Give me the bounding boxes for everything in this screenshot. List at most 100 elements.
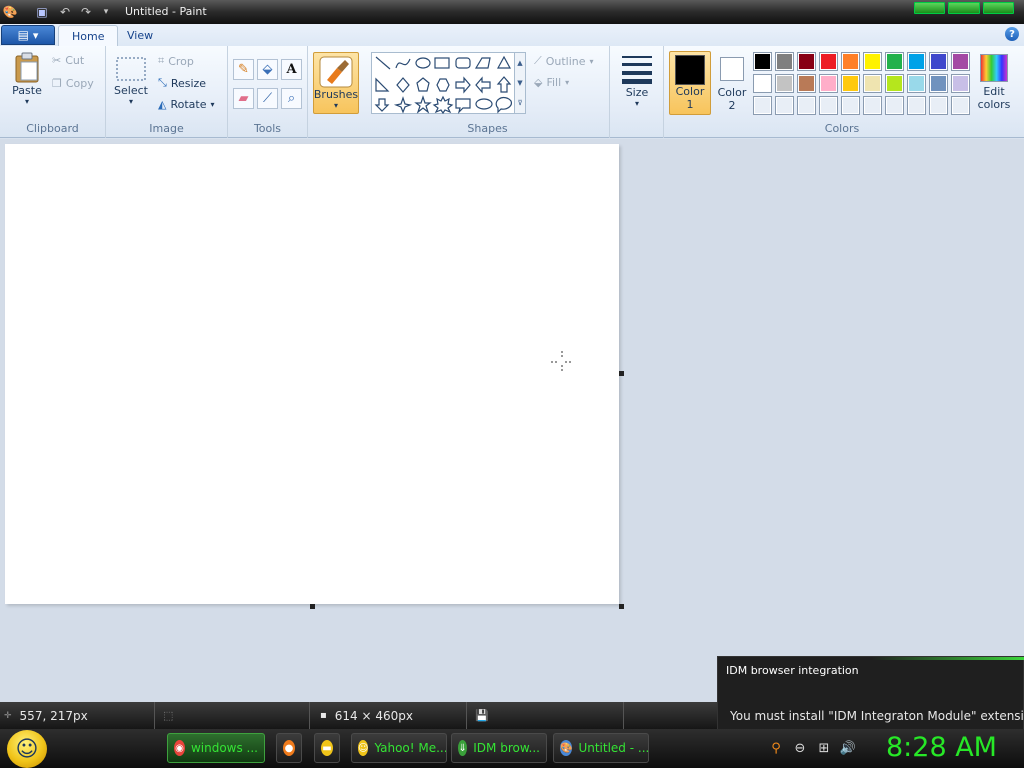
crosshair-cursor-icon xyxy=(551,351,573,373)
rotate-button[interactable]: ◭ Rotate ▾ xyxy=(158,98,215,111)
color1-button[interactable]: Color 1 xyxy=(669,51,711,115)
color-swatch[interactable] xyxy=(885,74,904,93)
shapes-scroll-up-icon[interactable]: ▲ xyxy=(517,59,522,67)
brushes-button[interactable]: Brushes ▾ xyxy=(313,52,359,114)
color-swatch[interactable] xyxy=(819,74,838,93)
network-globe-icon[interactable]: ⊖ xyxy=(791,739,809,757)
maximize-button[interactable] xyxy=(948,2,980,14)
color-swatch[interactable] xyxy=(863,74,882,93)
edit-colors-button[interactable]: Edit colors xyxy=(973,54,1015,111)
fill-button[interactable]: ⬙ Fill ▾ xyxy=(534,76,569,89)
color-swatch-fill xyxy=(777,98,792,113)
copy-button[interactable]: ❐ Copy xyxy=(52,77,94,90)
color-swatch[interactable] xyxy=(841,74,860,93)
color-swatch[interactable] xyxy=(863,52,882,71)
clock[interactable]: 8:28 AM xyxy=(886,732,997,763)
resize-label: Resize xyxy=(170,76,207,90)
color-swatch-fill xyxy=(953,76,968,91)
help-icon[interactable]: ? xyxy=(1005,27,1019,41)
volume-icon[interactable]: 🔊 xyxy=(839,739,857,757)
taskbar-button-label: Untitled - ... xyxy=(578,741,649,755)
color2-button[interactable]: Color 2 xyxy=(714,54,750,116)
outline-button[interactable]: ⟋ Outline ▾ xyxy=(534,54,594,68)
network-icon[interactable]: ⊞ xyxy=(815,739,833,757)
drawing-canvas[interactable] xyxy=(5,144,619,604)
color-swatch[interactable] xyxy=(907,52,926,71)
color-swatch[interactable] xyxy=(885,52,904,71)
yahoo-messenger-icon: ☺ xyxy=(358,740,369,756)
color-swatch[interactable] xyxy=(797,74,816,93)
taskbar-button[interactable]: ⇓ IDM brow... xyxy=(451,733,547,763)
canvas-workspace[interactable] xyxy=(0,139,1024,702)
copy-icon: ❐ xyxy=(52,77,62,90)
color-swatch[interactable] xyxy=(951,96,970,115)
color-picker-icon[interactable]: ⟋ xyxy=(257,88,278,109)
tools-group-label: Tools xyxy=(253,122,282,135)
fill-bucket-icon[interactable]: ⬙ xyxy=(257,59,278,80)
color-swatch[interactable] xyxy=(885,96,904,115)
color-swatch[interactable] xyxy=(951,74,970,93)
magnifier-icon[interactable]: ⌕ xyxy=(281,88,302,109)
tab-view[interactable]: View xyxy=(114,25,166,46)
firefox-icon: ● xyxy=(283,740,295,756)
text-tool-icon[interactable]: A xyxy=(281,59,302,80)
paste-button[interactable]: Paste ▾ xyxy=(8,52,46,106)
size-button[interactable]: Size ▾ xyxy=(618,52,656,108)
resize-button[interactable]: ⤡ Resize xyxy=(158,76,206,90)
shapes-gallery[interactable] xyxy=(371,52,516,115)
color-swatch[interactable] xyxy=(775,52,794,71)
color-swatch[interactable] xyxy=(929,52,948,71)
color-swatch[interactable] xyxy=(841,52,860,71)
pencil-icon[interactable]: ✎ xyxy=(233,59,254,80)
undo-icon[interactable]: ↶ xyxy=(57,4,73,20)
tab-home[interactable]: Home xyxy=(58,25,119,46)
taskbar-button[interactable]: ☺ Yahoo! Me... xyxy=(351,733,447,763)
eraser-icon[interactable]: ▰ xyxy=(233,88,254,109)
color-swatch[interactable] xyxy=(841,96,860,115)
paint-window: 🎨 ▣ ↶ ↷ ▾ Untitled - Paint ▤ ▾ Home View… xyxy=(0,0,1024,768)
colors-group-label: Colors xyxy=(824,122,860,135)
customize-dropdown-icon[interactable]: ▾ xyxy=(98,4,114,20)
color-swatch[interactable] xyxy=(775,96,794,115)
search-icon[interactable]: ⚲ xyxy=(767,739,785,757)
paint-app-icon[interactable]: 🎨 xyxy=(2,4,18,20)
shapes-scroll[interactable]: ▲ ▼ ⊽ xyxy=(514,52,526,114)
resize-handle-corner[interactable] xyxy=(619,604,624,609)
minimize-button[interactable] xyxy=(914,2,946,14)
color-swatch[interactable] xyxy=(797,52,816,71)
close-button[interactable] xyxy=(982,2,1014,14)
menu-dropdown-icon: ▾ xyxy=(32,28,39,42)
taskbar-button[interactable]: 🎨 Untitled - ... xyxy=(553,733,649,763)
redo-icon[interactable]: ↷ xyxy=(78,4,94,20)
idm-notification[interactable]: IDM browser integration You must install… xyxy=(717,656,1024,736)
cut-button[interactable]: ✂ Cut xyxy=(52,54,84,67)
taskbar-button[interactable]: ◉ windows ... xyxy=(167,733,265,763)
start-button[interactable]: ☺ xyxy=(7,730,47,768)
color-swatch[interactable] xyxy=(907,96,926,115)
color-swatch[interactable] xyxy=(929,74,948,93)
color-swatch[interactable] xyxy=(753,96,772,115)
color-swatch[interactable] xyxy=(863,96,882,115)
color-swatch-fill xyxy=(865,76,880,91)
color-swatch[interactable] xyxy=(775,74,794,93)
color-swatch[interactable] xyxy=(797,96,816,115)
color-swatch[interactable] xyxy=(929,96,948,115)
color-swatch[interactable] xyxy=(907,74,926,93)
color-swatch[interactable] xyxy=(819,52,838,71)
color-swatch[interactable] xyxy=(951,52,970,71)
shapes-expand-icon[interactable]: ⊽ xyxy=(517,99,522,107)
select-button[interactable]: Select ▾ xyxy=(114,56,148,106)
save-icon[interactable]: ▣ xyxy=(34,4,50,20)
taskbar-button[interactable]: ● xyxy=(276,733,302,763)
crop-button[interactable]: ⌗ Crop xyxy=(158,54,194,68)
color-swatch[interactable] xyxy=(819,96,838,115)
resize-handle-bottom[interactable] xyxy=(310,604,315,609)
color-swatch[interactable] xyxy=(753,74,772,93)
taskbar-button[interactable]: ▬ xyxy=(314,733,340,763)
color-swatch[interactable] xyxy=(753,52,772,71)
color-swatch-fill xyxy=(821,54,836,69)
shapes-scroll-down-icon[interactable]: ▼ xyxy=(517,79,522,87)
paint-menu-button[interactable]: ▤ ▾ xyxy=(1,25,55,45)
color2-label-line2: 2 xyxy=(728,99,736,112)
resize-handle-right[interactable] xyxy=(619,371,624,376)
